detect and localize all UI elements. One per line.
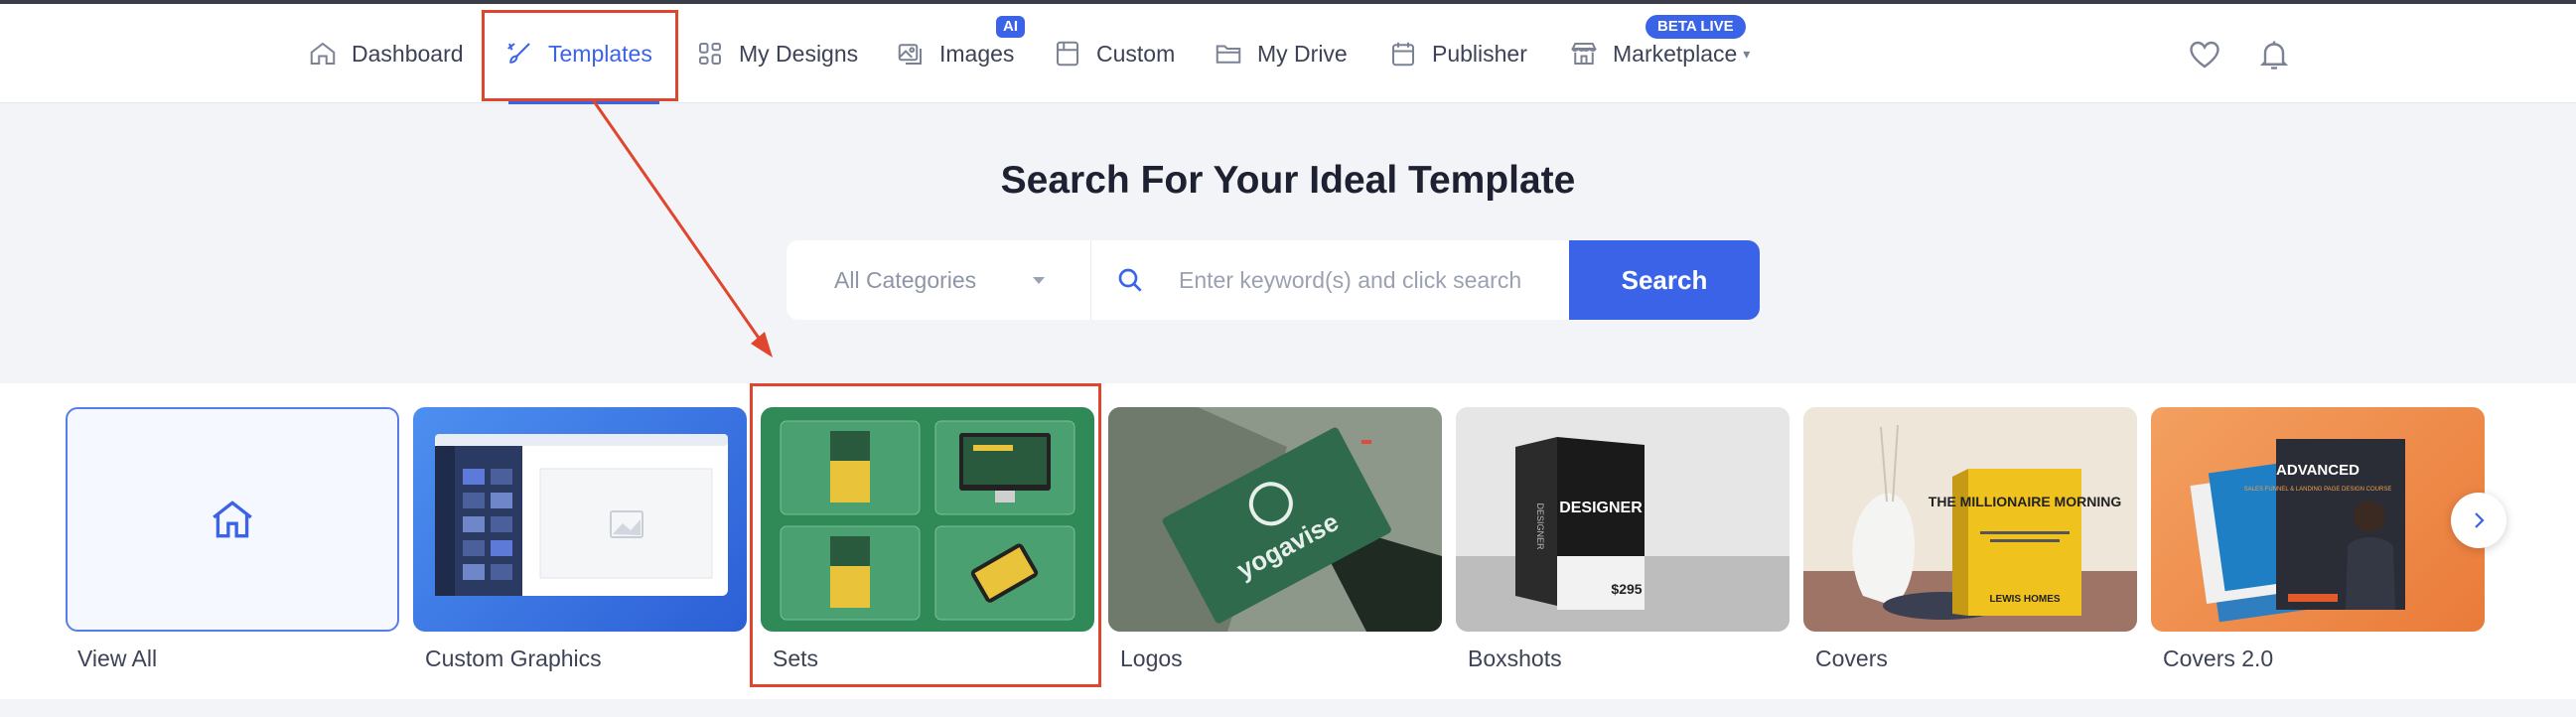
category-label: Boxshots bbox=[1468, 645, 1562, 671]
chevron-down-icon: ▾ bbox=[1743, 45, 1751, 62]
boxshots-thumbnail: DESIGNER $295 DESIGNER bbox=[1456, 407, 1789, 632]
editor-preview-image bbox=[435, 434, 728, 596]
category-label: Covers 2.0 bbox=[2163, 645, 2274, 671]
covers-thumbnail: THE MILLIONAIRE MORNING LEWIS HOMES bbox=[1803, 407, 2137, 632]
category-card-covers[interactable]: THE MILLIONAIRE MORNING LEWIS HOMES Cove… bbox=[1803, 407, 2137, 672]
custom-icon bbox=[1057, 41, 1078, 67]
category-label: View All bbox=[77, 645, 158, 671]
calendar-icon bbox=[1392, 42, 1414, 67]
nav-publisher-label: Publisher bbox=[1432, 40, 1527, 67]
home-icon bbox=[310, 42, 336, 65]
store-icon bbox=[1571, 43, 1597, 65]
annotation-highlight-sets bbox=[750, 383, 1101, 687]
cover-author-text: LEWIS HOMES bbox=[1989, 594, 2060, 605]
folder-icon bbox=[1216, 45, 1241, 64]
category-card-view-all[interactable]: View All bbox=[66, 407, 399, 672]
carousel-next-button[interactable] bbox=[2451, 493, 2506, 548]
top-navigation: Dashboard Templates My Designs Images AI… bbox=[0, 4, 2576, 104]
grid-icon bbox=[699, 43, 721, 65]
view-all-thumbnail bbox=[66, 407, 399, 632]
nav-my-designs[interactable]: My Designs bbox=[695, 4, 858, 103]
annotation-highlight-templates bbox=[482, 10, 678, 101]
logos-preview-image: yogavise bbox=[1108, 407, 1442, 632]
logos-thumbnail: yogavise bbox=[1108, 407, 1442, 632]
search-input[interactable] bbox=[1179, 240, 1566, 320]
nav-custom[interactable]: Custom bbox=[1053, 4, 1175, 103]
nav-publisher[interactable]: Publisher bbox=[1388, 4, 1527, 103]
home-icon bbox=[213, 501, 252, 538]
nav-my-drive-label: My Drive bbox=[1257, 40, 1348, 67]
custom-graphics-thumbnail bbox=[413, 407, 747, 632]
ai-badge: AI bbox=[996, 16, 1025, 38]
cover2-sub-text: SALES FUNNEL & LANDING PAGE DESIGN COURS… bbox=[2244, 487, 2392, 493]
boxshots-preview-image: DESIGNER $295 DESIGNER bbox=[1456, 407, 1789, 632]
category-label: Logos bbox=[1120, 645, 1183, 671]
nav-custom-label: Custom bbox=[1096, 40, 1176, 67]
category-card-boxshots[interactable]: DESIGNER $295 DESIGNER Boxshots bbox=[1456, 407, 1789, 672]
nav-marketplace-label: Marketplace bbox=[1613, 40, 1738, 67]
category-carousel: View All Custom Graphics Sets yogavise L… bbox=[0, 383, 2576, 699]
nav-active-underline bbox=[508, 101, 659, 104]
box-title-text: DESIGNER bbox=[1559, 500, 1643, 516]
category-card-custom-graphics[interactable]: Custom Graphics bbox=[413, 407, 747, 672]
svg-text:DESIGNER: DESIGNER bbox=[1535, 502, 1545, 550]
search-bar: All Categories Search bbox=[787, 240, 1760, 320]
search-button[interactable]: Search bbox=[1569, 240, 1760, 320]
bell-icon[interactable] bbox=[2256, 37, 2292, 72]
heart-icon[interactable] bbox=[2187, 37, 2222, 72]
beta-live-badge: BETA LIVE bbox=[1646, 15, 1746, 39]
search-icon bbox=[1118, 268, 1142, 292]
nav-images-label: Images bbox=[939, 40, 1015, 67]
category-select[interactable]: All Categories bbox=[787, 240, 1091, 320]
covers-2-preview-image: ADVANCED SALES FUNNEL & LANDING PAGE DES… bbox=[2190, 439, 2405, 623]
nav-my-designs-label: My Designs bbox=[739, 40, 859, 67]
box-price-text: $295 bbox=[1611, 581, 1642, 597]
chevron-right-icon bbox=[2475, 512, 2485, 528]
nav-my-drive[interactable]: My Drive bbox=[1214, 4, 1348, 103]
covers-2-thumbnail: ADVANCED SALES FUNNEL & LANDING PAGE DES… bbox=[2151, 407, 2485, 632]
images-icon bbox=[898, 44, 922, 65]
category-card-logos[interactable]: yogavise Logos bbox=[1108, 407, 1442, 672]
dropdown-caret-icon bbox=[1033, 277, 1045, 284]
nav-dashboard[interactable]: Dashboard bbox=[308, 4, 464, 103]
nav-dashboard-label: Dashboard bbox=[352, 40, 464, 67]
cover2-title-text: ADVANCED bbox=[2276, 462, 2360, 479]
category-select-value: All Categories bbox=[834, 266, 977, 293]
page-title: Search For Your Ideal Template bbox=[1000, 159, 1576, 202]
covers-preview-image: THE MILLIONAIRE MORNING LEWIS HOMES bbox=[1803, 424, 2137, 632]
category-card-covers-2[interactable]: ADVANCED SALES FUNNEL & LANDING PAGE DES… bbox=[2151, 407, 2485, 672]
category-label: Custom Graphics bbox=[425, 645, 602, 671]
category-label: Covers bbox=[1815, 645, 1888, 671]
cover-title-text: THE MILLIONAIRE MORNING bbox=[1929, 494, 2122, 509]
